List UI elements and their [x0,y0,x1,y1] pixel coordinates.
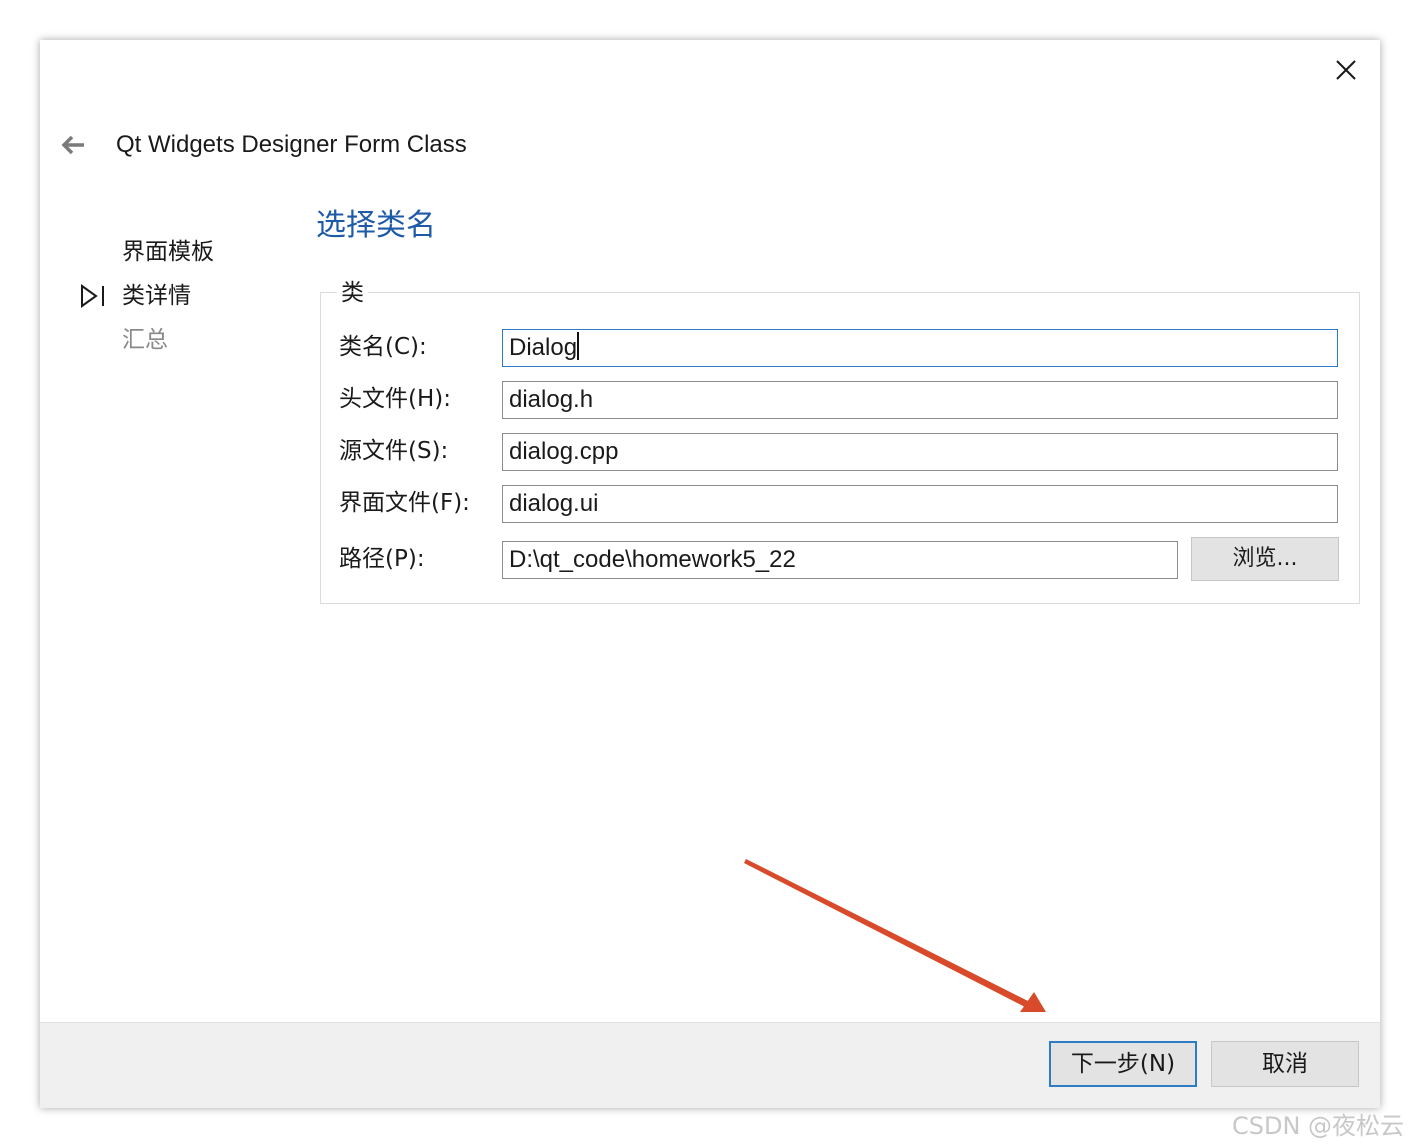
form-file-input[interactable]: dialog.ui [502,485,1338,523]
source-file-input[interactable]: dialog.cpp [502,433,1338,471]
wizard-dialog: Qt Widgets Designer Form Class 界面模板 类详情 … [40,40,1380,1108]
close-button[interactable] [1328,52,1364,88]
group-title: 类 [337,279,368,307]
path-input[interactable]: D:\qt_code\homework5_22 [502,541,1178,579]
wizard-title: Qt Widgets Designer Form Class [116,131,467,158]
header-file-label: 头文件(H): [339,386,451,412]
class-name-input[interactable]: Dialog [502,329,1338,367]
cancel-button[interactable]: 取消 [1211,1041,1359,1087]
watermark: CSDN @夜松云 [1232,1112,1405,1140]
source-file-label: 源文件(S): [339,438,449,464]
header-file-input[interactable]: dialog.h [502,381,1338,419]
step-label: 汇总 [122,327,168,353]
class-group-box: 类 类名(C): Dialog 头文件(H): dialog.h 源文件(S):… [320,279,1360,604]
step-label: 界面模板 [122,239,214,265]
class-name-value: Dialog [509,334,578,361]
dialog-footer: 下一步(N) 取消 [40,1022,1380,1108]
form-file-label: 界面文件(F): [339,490,470,516]
back-button[interactable] [56,128,90,162]
current-step-icon [80,280,110,312]
page-title: 选择类名 [316,208,436,243]
step-label: 类详情 [122,283,191,309]
close-icon [1336,60,1356,80]
next-button[interactable]: 下一步(N) [1049,1041,1197,1087]
text-caret [577,332,580,360]
browse-button[interactable]: 浏览... [1191,537,1339,581]
back-arrow-icon [61,135,84,155]
path-label: 路径(P): [339,546,425,572]
class-name-label: 类名(C): [339,334,427,360]
